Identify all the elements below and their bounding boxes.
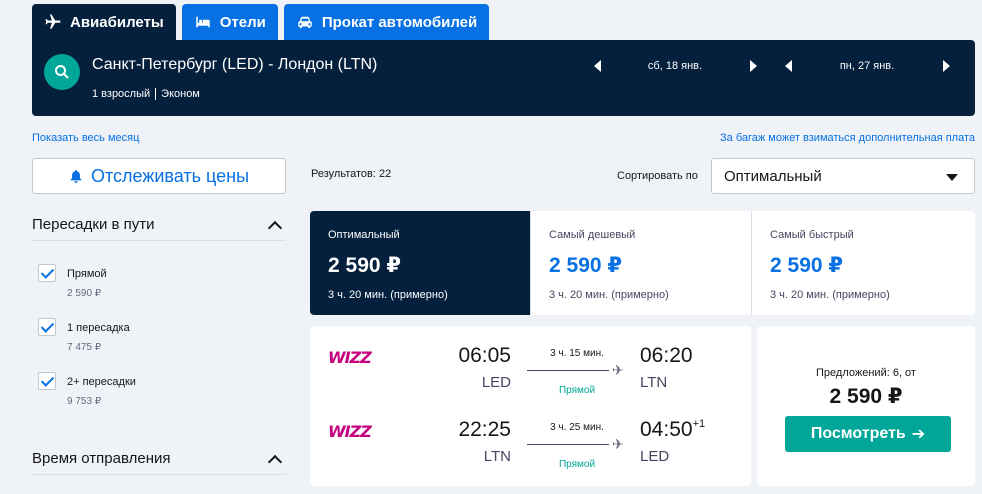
arrival-time-value: 06:20 (640, 344, 693, 367)
price-card: Предложений: 6, от 2 590 ₽ Посмотреть ➔ (757, 326, 975, 486)
tab-hotels[interactable]: Отели (181, 4, 278, 40)
airline-logo: WIZZ (328, 348, 372, 367)
track-prices-label: Отслеживать цены (90, 165, 250, 186)
offers-count: Предложений: 6, от (816, 367, 916, 379)
stop-price: 2 590 ₽ (67, 288, 102, 299)
flight-duration: 3 ч. 15 мин. (550, 348, 604, 359)
itinerary-leg-return: WIZZ 22:25 LTN 3 ч. 25 мин. ✈ Прямой 04:… (310, 418, 751, 478)
depart-date-nav: сб, 18 янв. (592, 58, 758, 74)
sort-tab-duration: 3 ч. 20 мин. (примерно) (328, 289, 448, 301)
sort-label: Сортировать по (617, 170, 698, 182)
stop-checkbox-two-plus[interactable] (38, 372, 56, 390)
arrow-right-icon: ➔ (911, 426, 926, 443)
departure-filter-title: Время отправления (32, 450, 171, 467)
cabin-class: Эконом (161, 88, 200, 100)
passengers: 1 взрослый (92, 88, 151, 100)
day-offset: +1 (692, 418, 706, 430)
caret-down-icon (946, 174, 958, 181)
arrival-airport: LED (640, 448, 670, 465)
search-summary[interactable]: Санкт-Петербург (LED) - Лондон (LTN) 1 в… (32, 40, 975, 116)
itinerary-card[interactable]: WIZZ 06:05 LED 3 ч. 15 мин. ✈ Прямой 06:… (310, 326, 751, 486)
show-month-link[interactable]: Показать весь месяц (32, 132, 139, 144)
tab-car-rental-label: Прокат автомобилей (321, 13, 478, 31)
tab-flights-label: Авиабилеты (70, 13, 164, 31)
stop-price: 9 753 ₽ (67, 396, 102, 407)
sort-select-value: Оптимальный (724, 167, 822, 185)
bed-icon (196, 16, 210, 28)
stops-info: Прямой (558, 459, 596, 470)
arrival-airport: LTN (640, 374, 668, 391)
flight-duration: 3 ч. 25 мин. (550, 422, 604, 433)
stop-label: 2+ пересадки (67, 376, 136, 388)
view-button[interactable]: Посмотреть ➔ (785, 416, 951, 452)
sort-tab-price: 2 590 ₽ (549, 254, 622, 277)
arrival-time-value: 04:50 (640, 418, 693, 441)
departure-filter-header[interactable]: Время отправления (32, 443, 286, 475)
sort-tab-name: Самый быстрый (770, 229, 854, 241)
chevron-left-icon (784, 60, 792, 72)
sort-tab-duration: 3 ч. 20 мин. (примерно) (549, 289, 669, 301)
stop-checkbox-one[interactable] (38, 318, 56, 336)
flight-line (527, 444, 609, 445)
sort-tab-duration: 3 ч. 20 мин. (примерно) (770, 289, 890, 301)
car-icon (298, 16, 312, 28)
departure-time: 06:05 (458, 344, 511, 367)
divider (155, 88, 157, 100)
chevron-right-icon (942, 60, 950, 72)
chevron-up-icon (267, 454, 283, 469)
bell-icon (70, 169, 82, 183)
return-prev-button[interactable] (783, 58, 793, 74)
chevron-right-icon (749, 60, 757, 72)
sort-tab-cheapest[interactable]: Самый дешевый 2 590 ₽ 3 ч. 20 мин. (прим… (531, 211, 752, 315)
plane-icon: ✈ (612, 436, 624, 452)
view-button-label: Посмотреть (810, 425, 906, 442)
depart-prev-button[interactable] (592, 58, 602, 74)
sort-tab-name: Самый дешевый (549, 229, 636, 241)
return-date-nav: пн, 27 янв. (783, 58, 951, 74)
stop-price: 7 475 ₽ (67, 342, 102, 353)
stops-info: Прямой (558, 385, 596, 396)
sort-tab-fastest[interactable]: Самый быстрый 2 590 ₽ 3 ч. 20 мин. (прим… (752, 211, 973, 315)
depart-next-button[interactable] (748, 58, 758, 74)
stop-label: 1 пересадка (67, 322, 130, 334)
plane-icon (45, 14, 61, 29)
return-next-button[interactable] (941, 58, 951, 74)
results-count: Результатов: 22 (311, 168, 392, 180)
sort-tab-price: 2 590 ₽ (328, 254, 401, 277)
arrival-time: 04:50+1 (640, 418, 705, 442)
return-date[interactable]: пн, 27 янв. (793, 60, 941, 72)
chevron-up-icon (267, 220, 283, 235)
stops-filter-title: Пересадки в пути (32, 216, 155, 233)
airline-logo: WIZZ (328, 422, 372, 441)
sort-tab-name: Оптимальный (328, 229, 400, 241)
itinerary-leg-outbound: WIZZ 06:05 LED 3 ч. 15 мин. ✈ Прямой 06:… (310, 344, 751, 404)
route-title: Санкт-Петербург (LED) - Лондон (LTN) (92, 56, 378, 73)
stop-checkbox-direct[interactable] (38, 264, 56, 282)
stop-label: Прямой (67, 268, 107, 280)
arrival-time: 06:20 (640, 344, 693, 368)
baggage-note-link[interactable]: За багаж может взиматься дополнительная … (720, 132, 975, 144)
itinerary-price: 2 590 ₽ (829, 385, 903, 408)
plane-icon: ✈ (612, 362, 624, 378)
departure-airport: LED (481, 374, 511, 391)
sort-select[interactable]: Оптимальный (711, 158, 975, 194)
route-meta: 1 взрослый Эконом (92, 88, 200, 100)
departure-airport: LTN (483, 448, 511, 465)
track-prices-button[interactable]: Отслеживать цены (32, 158, 286, 194)
tab-hotels-label: Отели (219, 13, 266, 31)
sort-tabs: Оптимальный 2 590 ₽ 3 ч. 20 мин. (пример… (310, 211, 975, 315)
chevron-left-icon (593, 60, 601, 72)
depart-date[interactable]: сб, 18 янв. (602, 60, 748, 72)
sort-tab-best[interactable]: Оптимальный 2 590 ₽ 3 ч. 20 мин. (пример… (310, 211, 531, 315)
departure-time: 22:25 (458, 418, 511, 441)
sort-tab-price: 2 590 ₽ (770, 254, 843, 277)
product-tabs: Авиабилеты Отели Прокат автомобилей (32, 4, 490, 40)
search-button[interactable] (44, 54, 80, 90)
tab-flights[interactable]: Авиабилеты (32, 4, 176, 40)
tab-car-rental[interactable]: Прокат автомобилей (283, 4, 490, 40)
search-icon (55, 65, 69, 79)
stops-filter-header[interactable]: Пересадки в пути (32, 209, 286, 241)
flight-line (527, 370, 609, 371)
